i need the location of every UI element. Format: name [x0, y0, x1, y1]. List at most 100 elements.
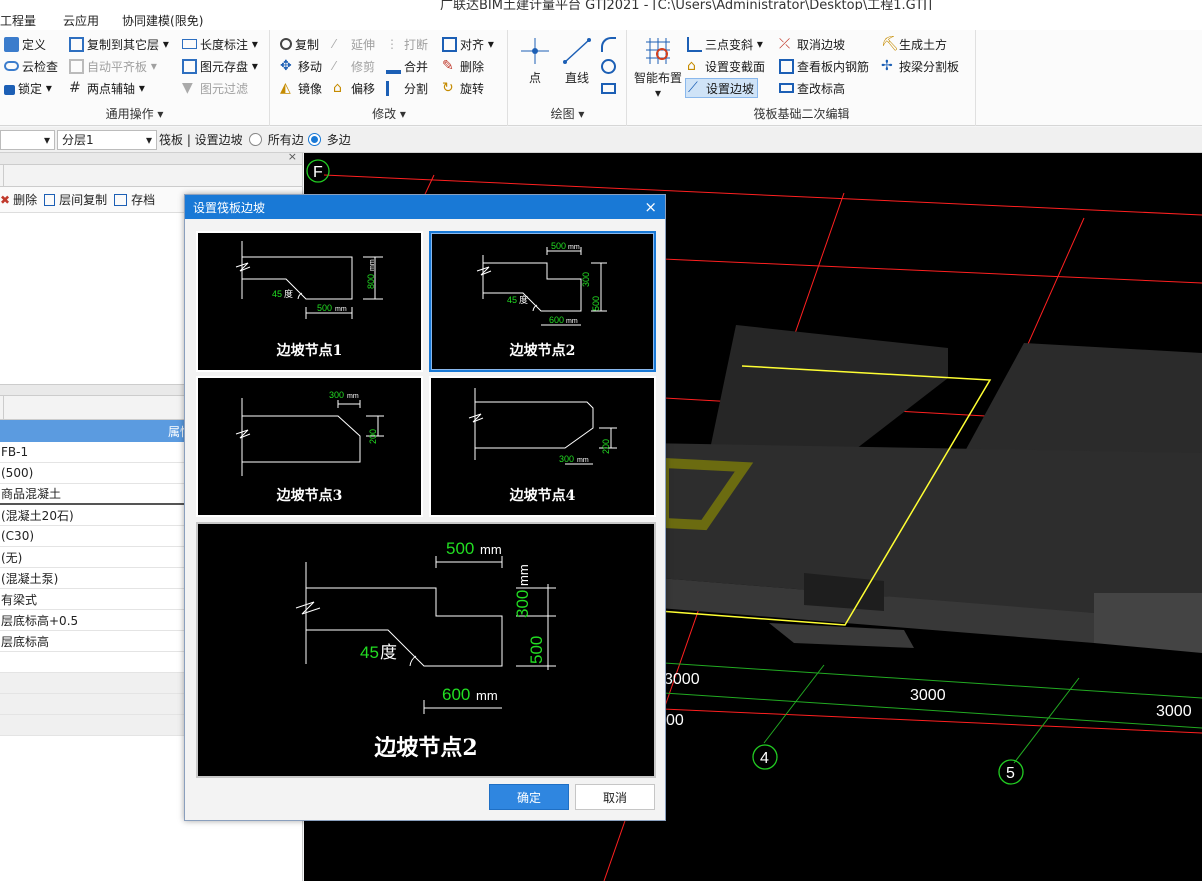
group-general-label[interactable]: 通用操作 ▾ — [0, 105, 269, 122]
preview-label: 边坡节点2 — [374, 735, 478, 761]
slope-node-2-option[interactable]: 500 mm 45 度 600 mm 300 500 边坡节点2 — [429, 231, 656, 372]
ok-button[interactable]: 确定 — [489, 784, 569, 810]
menu-collab[interactable]: 协同建模(限免) — [112, 12, 216, 29]
width-label: 500 — [317, 303, 332, 313]
two-point-axis-button[interactable]: # 两点辅轴 ▾ — [69, 78, 145, 98]
width-label: 600 — [442, 685, 470, 704]
width-label: 600 — [549, 315, 564, 325]
section-icon: ⌂ — [687, 57, 696, 74]
slope-node-1-label: 边坡节点1 — [276, 343, 343, 359]
length-dim-button[interactable]: 长度标注 ▾ — [182, 34, 258, 54]
slope-node-3-label: 边坡节点3 — [276, 488, 343, 504]
save-icon — [182, 58, 197, 74]
menu-quantities[interactable]: 工程量 — [0, 12, 49, 29]
chevron-down-icon: ▾ — [145, 132, 152, 147]
extend-icon: ⁄ — [333, 36, 336, 51]
set-edge-slope-button[interactable]: ⟋ 设置边坡 — [685, 78, 759, 98]
trim-icon: ⁄ — [333, 58, 336, 73]
rebar-icon — [779, 58, 794, 74]
circle-icon — [601, 58, 616, 74]
dialog-header: 设置筏板边坡 × — [185, 195, 665, 219]
extend-button[interactable]: ⁄ 延伸 — [333, 34, 375, 54]
degree-label: 度 — [519, 294, 528, 305]
group-modify-label[interactable]: 修改 ▾ — [271, 105, 507, 122]
three-point-slope-button[interactable]: 三点变斜 ▾ — [687, 34, 763, 54]
merge-icon — [386, 59, 401, 74]
delete-button[interactable]: ✎ 删除 — [442, 56, 484, 76]
menu-cloud-apps[interactable]: 云应用 — [49, 12, 112, 29]
slope-preview: 500 mm 45 度 600 mm 300 mm 500 边坡节点2 — [196, 522, 656, 778]
height-1-label: 300 — [513, 590, 532, 618]
top-width-label: 500 — [551, 241, 566, 251]
copy-icon — [280, 38, 292, 50]
earthwork-icon: ⛏ — [881, 35, 899, 52]
lock-button[interactable]: 锁定 ▾ — [4, 78, 52, 98]
view-rebar-button[interactable]: 查看板内钢筋 — [779, 56, 869, 76]
save-archive-button[interactable]: 存档 — [114, 191, 155, 208]
gen-earthwork-button[interactable]: ⛏ 生成土方 — [881, 34, 947, 54]
define-icon — [4, 36, 19, 52]
trim-button[interactable]: ⁄ 修剪 — [333, 56, 375, 76]
cancel-button[interactable]: 取消 — [575, 784, 655, 810]
elem-filter-button[interactable]: ▼ 图元过滤 — [182, 78, 248, 98]
point-button[interactable]: 点 — [517, 36, 553, 86]
rect-button[interactable] — [601, 78, 619, 98]
panel-delete-button[interactable]: ✖ 删除 — [0, 191, 37, 208]
slope-node-1-option[interactable]: 45 度 500 mm 800 mm 边坡节点1 — [196, 231, 423, 372]
cancel-slope-icon: ⤫ — [779, 35, 791, 52]
rectangle-icon — [601, 82, 616, 94]
layer-select[interactable]: 分层1 ▾ — [57, 129, 157, 150]
eraser-icon: ✎ — [442, 57, 454, 74]
merge-button[interactable]: 合并 — [386, 56, 428, 76]
copy-layer-icon — [69, 36, 84, 52]
unit-label: mm — [335, 306, 347, 313]
close-icon[interactable]: × — [288, 150, 297, 163]
dimension-label: 3000 — [1156, 703, 1192, 720]
move-button[interactable]: ✥ 移动 — [280, 56, 322, 76]
cloud-check-button[interactable]: 云检查 — [4, 56, 58, 76]
split-by-beam-button[interactable]: ✢ 按梁分割板 — [881, 56, 959, 76]
copy-button[interactable]: 复制 — [280, 34, 319, 54]
slope-node-4-option[interactable]: 300 mm 200 边坡节点4 — [429, 376, 656, 517]
unit-label: mm — [516, 564, 531, 586]
slope-node-3-option[interactable]: 300 mm 200 边坡节点3 — [196, 376, 423, 517]
rotate-button[interactable]: ↻ 旋转 — [442, 78, 484, 98]
circle-button[interactable] — [601, 56, 619, 76]
align-button[interactable]: 对齐 ▾ — [442, 34, 494, 54]
group-draw-label[interactable]: 绘图 ▾ — [509, 105, 626, 122]
radio-all-edges[interactable]: 所有边 — [248, 131, 304, 148]
break-icon: ⋮ — [386, 36, 398, 51]
copy-to-layer-button[interactable]: 复制到其它层 ▾ — [69, 34, 169, 54]
height-label: 200 — [368, 429, 378, 444]
cancel-edge-slope-button[interactable]: ⤫ 取消边坡 — [779, 34, 845, 54]
set-section-button[interactable]: ⌂ 设置变截面 — [687, 56, 765, 76]
split-button[interactable]: 分割 — [386, 78, 428, 98]
floor-select[interactable]: ▾ — [0, 129, 55, 150]
radio-multi-edges[interactable]: 多边 — [307, 131, 351, 148]
break-button[interactable]: ⋮ 打断 — [386, 34, 428, 54]
mirror-button[interactable]: ◭ 镜像 — [280, 78, 322, 98]
elem-save-button[interactable]: 图元存盘 ▾ — [182, 56, 258, 76]
close-icon[interactable]: × — [644, 198, 657, 216]
auto-align-button[interactable]: 自动平齐板 ▾ — [69, 56, 157, 76]
move-icon: ✥ — [280, 57, 292, 74]
chevron-down-icon: ▾ — [43, 132, 50, 147]
group-draw: 点 直线 绘图 ▾ — [509, 30, 627, 126]
arc-button[interactable] — [601, 34, 619, 54]
filter-icon: ▼ — [182, 79, 193, 96]
smart-layout-button[interactable]: 智能布置 ▾ — [632, 36, 684, 100]
panel-tabs — [0, 165, 302, 187]
axis-label-5: 5 — [1006, 765, 1015, 782]
define-button[interactable]: 定义 — [4, 34, 46, 54]
menu-bar: 工程量 云应用 协同建模(限免) — [0, 10, 1202, 30]
angle-label: 45 — [272, 289, 282, 299]
line-button[interactable]: 直线 — [559, 36, 595, 86]
elevation-icon — [779, 83, 794, 93]
change-elev-button[interactable]: 查改标高 — [779, 78, 845, 98]
lock-icon — [4, 85, 15, 95]
smart-layout-icon — [646, 38, 670, 64]
layer-copy-button[interactable]: 层间复制 — [44, 191, 107, 208]
height-label: 800 — [366, 274, 376, 289]
offset-button[interactable]: ⌂ 偏移 — [333, 78, 375, 98]
slope-icon — [687, 36, 702, 52]
